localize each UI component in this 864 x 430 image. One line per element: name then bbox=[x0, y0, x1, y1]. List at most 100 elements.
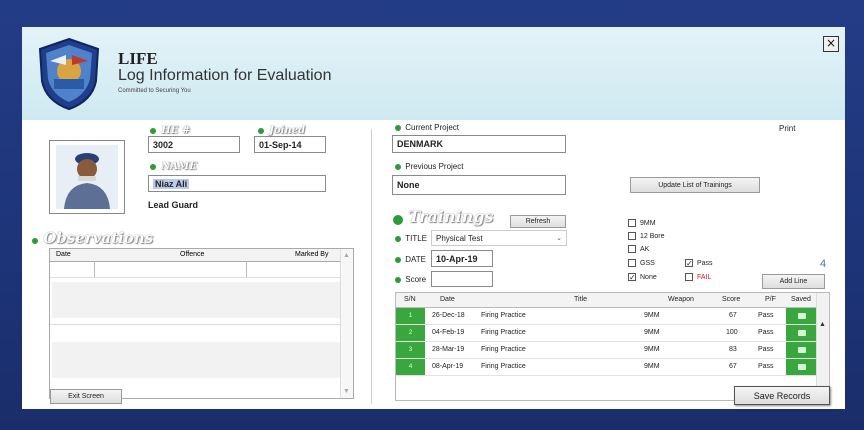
row-score: 100 bbox=[726, 329, 738, 336]
name-field[interactable]: Niaz Ali bbox=[148, 175, 326, 192]
status-dot bbox=[395, 276, 401, 283]
row-title: Firing Practice bbox=[481, 329, 526, 336]
grid-col-pf: P/F bbox=[765, 296, 776, 303]
obs-col-date: Date bbox=[56, 251, 71, 258]
joined-label-row: Joined bbox=[258, 125, 305, 136]
row-sn: 2 bbox=[396, 325, 425, 341]
profile-photo bbox=[49, 140, 125, 214]
score-field[interactable] bbox=[431, 271, 493, 287]
row-pf: Pass bbox=[758, 329, 774, 336]
saved-icon bbox=[798, 330, 806, 336]
print-link[interactable]: Print bbox=[779, 124, 795, 133]
weapon-checkbox-12bore[interactable]: 12 Bore bbox=[628, 232, 665, 240]
previous-project-label-row: Previous Project bbox=[395, 162, 463, 171]
record-count: 4 bbox=[820, 258, 827, 270]
obs-row[interactable] bbox=[52, 282, 340, 318]
row-weapon: 9MM bbox=[644, 363, 660, 370]
previous-project-field[interactable]: None bbox=[392, 175, 566, 195]
scroll-down-icon[interactable]: ▼ bbox=[343, 388, 350, 395]
name-value: Niaz Ali bbox=[153, 178, 190, 189]
row-sn: 1 bbox=[396, 308, 425, 324]
saved-icon bbox=[798, 364, 806, 370]
table-row[interactable]: 1 26-Dec-18 Firing Practice 9MM 67 Pass bbox=[396, 308, 818, 325]
app-tagline: Committed to Securing You bbox=[118, 88, 191, 94]
obs-col-divider bbox=[246, 261, 247, 277]
grid-col-date: Date bbox=[440, 296, 455, 303]
title-select-value: Physical Test bbox=[436, 233, 483, 243]
title-label-row: TITLE bbox=[395, 234, 427, 243]
save-records-button[interactable]: Save Records bbox=[734, 386, 830, 405]
date-label: DATE bbox=[405, 255, 426, 264]
scroll-up-icon[interactable]: ▲ bbox=[819, 321, 826, 328]
obs-col-marked-by: Marked By bbox=[295, 251, 329, 258]
checkbox-label: 9MM bbox=[640, 219, 656, 227]
observations-table[interactable]: Date Offence Marked By ▲ ▼ bbox=[49, 248, 354, 399]
app-header: LIFE Log Information for Evaluation Comm… bbox=[22, 27, 845, 120]
obs-row[interactable] bbox=[52, 342, 340, 378]
row-date: 08-Apr-19 bbox=[432, 363, 464, 370]
title-label: TITLE bbox=[405, 234, 428, 243]
checkbox-label: 12 Bore bbox=[640, 232, 665, 240]
row-saved-indicator[interactable] bbox=[786, 308, 818, 324]
id-field[interactable]: 3002 bbox=[148, 136, 240, 153]
row-title: Firing Practice bbox=[481, 312, 526, 319]
refresh-button[interactable]: Refresh bbox=[510, 215, 566, 228]
app-logo-icon bbox=[38, 37, 100, 111]
row-saved-indicator[interactable] bbox=[786, 342, 818, 358]
title-select[interactable]: Physical Test ⌄ bbox=[431, 230, 567, 246]
row-title: Firing Practice bbox=[481, 363, 526, 370]
check-icon[interactable]: ✓ bbox=[628, 273, 636, 282]
checkbox-box[interactable] bbox=[628, 245, 636, 253]
chevron-down-icon[interactable]: ⌄ bbox=[556, 234, 562, 242]
checkbox-box[interactable] bbox=[628, 259, 636, 267]
checkbox-box[interactable] bbox=[685, 273, 693, 281]
pass-checkbox[interactable]: ✓ Pass bbox=[685, 259, 713, 268]
grid-col-title: Title bbox=[574, 296, 587, 303]
checkbox-label: FAIL bbox=[697, 273, 712, 281]
table-row[interactable]: 2 04-Feb-19 Firing Practice 9MM 100 Pass bbox=[396, 325, 818, 342]
obs-scrollbar[interactable]: ▲ ▼ bbox=[340, 249, 353, 398]
weapon-checkbox-gss[interactable]: GSS bbox=[628, 259, 655, 267]
row-date: 28-Mar-19 bbox=[432, 346, 465, 353]
grid-col-sn: S/N bbox=[404, 296, 416, 303]
status-dot bbox=[395, 235, 401, 242]
date-label-row: DATE bbox=[395, 255, 426, 264]
weapon-checkbox-ak[interactable]: AK bbox=[628, 245, 649, 253]
joined-field[interactable]: 01-Sep-14 bbox=[254, 136, 326, 153]
update-trainings-button[interactable]: Update List of Trainings bbox=[630, 177, 760, 193]
scroll-up-icon[interactable]: ▲ bbox=[343, 252, 350, 259]
date-field[interactable]: 10-Apr-19 bbox=[431, 250, 493, 267]
joined-label: Joined bbox=[269, 125, 306, 136]
checkbox-box[interactable] bbox=[628, 219, 636, 227]
table-row[interactable]: 4 08-Apr-19 Firing Practice 9MM 67 Pass bbox=[396, 359, 818, 376]
row-saved-indicator[interactable] bbox=[786, 325, 818, 341]
fail-checkbox[interactable]: FAIL bbox=[685, 273, 711, 281]
status-dot bbox=[393, 214, 403, 225]
trainings-title: Trainings bbox=[408, 207, 494, 226]
name-label: NAME bbox=[161, 161, 197, 172]
score-label: Score bbox=[405, 275, 427, 284]
weapon-checkbox-9mm[interactable]: 9MM bbox=[628, 219, 656, 227]
row-saved-indicator[interactable] bbox=[786, 359, 818, 375]
grid-scrollbar[interactable]: ▲ ▼ bbox=[816, 293, 829, 400]
table-row[interactable]: 3 28-Mar-19 Firing Practice 9MM 83 Pass bbox=[396, 342, 818, 359]
status-dot bbox=[395, 163, 401, 170]
add-line-button[interactable]: Add Line bbox=[762, 274, 825, 289]
trainings-grid[interactable]: S/N Date Title Weapon Score P/F Saved 1 … bbox=[395, 292, 830, 401]
trainings-heading: Trainings bbox=[393, 207, 493, 226]
name-label-row: NAME bbox=[150, 161, 197, 172]
row-weapon: 9MM bbox=[644, 312, 660, 319]
checkbox-label: None bbox=[640, 273, 657, 281]
row-score: 67 bbox=[729, 312, 737, 319]
close-icon[interactable]: × bbox=[823, 36, 839, 52]
exit-screen-button[interactable]: Exit Screen bbox=[50, 389, 122, 404]
status-dot bbox=[150, 127, 156, 134]
checkbox-label: Pass bbox=[697, 259, 713, 267]
current-project-field[interactable]: DENMARK bbox=[392, 135, 566, 153]
checkbox-box[interactable] bbox=[628, 232, 636, 240]
row-pf: Pass bbox=[758, 346, 774, 353]
status-dot bbox=[32, 237, 38, 244]
app-title: LIFE bbox=[118, 49, 158, 68]
check-icon[interactable]: ✓ bbox=[685, 259, 693, 268]
weapon-checkbox-none[interactable]: ✓ None bbox=[628, 273, 657, 282]
